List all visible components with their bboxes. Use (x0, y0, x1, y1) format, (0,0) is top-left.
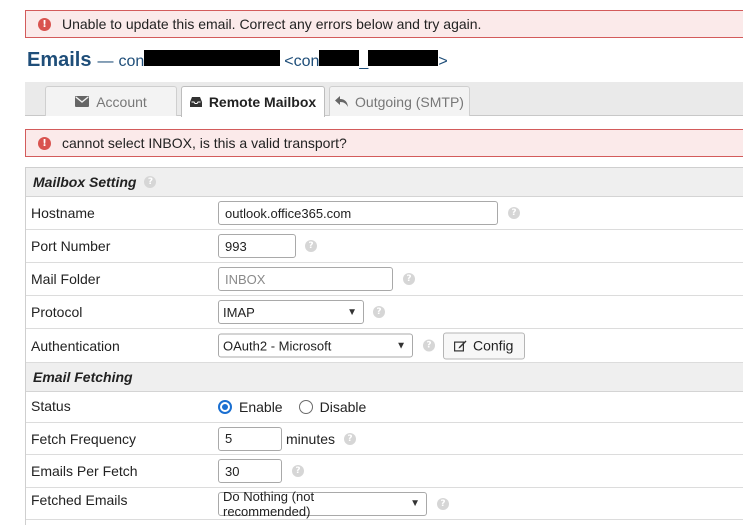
account-name-start: con (118, 53, 145, 70)
update-error-text: Unable to update this email. Correct any… (62, 16, 482, 32)
hostname-label: Hostname (31, 205, 95, 221)
tab-outgoing-smtp[interactable]: Outgoing (SMTP) (329, 86, 470, 116)
mail-folder-label: Mail Folder (31, 271, 101, 287)
status-disable-radio[interactable] (298, 400, 313, 414)
fetched-emails-select[interactable]: Do Nothing (not recommended) ▼ (218, 488, 427, 519)
update-error-alert: ! Unable to update this email. Correct a… (25, 10, 743, 38)
row-authentication: Authentication OAuth2 - Microsoft ▼ ? Co… (26, 329, 743, 363)
row-emails-per-fetch: Emails Per Fetch 30 ? (26, 455, 743, 488)
transport-error-text: cannot select INBOX, is this a valid tra… (62, 135, 347, 151)
row-fetched-emails: Fetched Emails Do Nothing (not recommend… (26, 488, 743, 520)
envelope-icon (75, 96, 90, 107)
config-button-label: Config (473, 337, 514, 354)
emails-per-fetch-input[interactable]: 30 (218, 459, 282, 483)
fetched-emails-label: Fetched Emails (31, 492, 128, 509)
heading-dash: — (97, 53, 114, 70)
authentication-select-value: OAuth2 - Microsoft (223, 338, 332, 353)
tab-remote-mailbox[interactable]: Remote Mailbox (181, 86, 325, 117)
emails-per-fetch-label: Emails Per Fetch (31, 463, 138, 479)
page-title: Emails (27, 49, 92, 71)
protocol-select[interactable]: IMAP ▼ (218, 300, 364, 324)
fetch-frequency-label: Fetch Frequency (31, 430, 137, 447)
hostname-input[interactable]: outlook.office365.com (218, 201, 498, 225)
transport-error-alert: ! cannot select INBOX, is this a valid t… (25, 129, 743, 157)
account-email-end: > (438, 53, 448, 70)
tab-bar: Account Remote Mailbox Outgoing (SMTP) (25, 82, 743, 117)
tab-account-label: Account (96, 93, 147, 110)
section-mailbox-setting: Mailbox Setting ? (26, 168, 743, 197)
status-enable-radio[interactable] (218, 400, 232, 414)
help-icon[interactable]: ? (344, 432, 357, 445)
help-icon[interactable]: ? (373, 306, 385, 318)
row-mail-folder: Mail Folder INBOX ? (26, 263, 743, 296)
section-email-fetching-title: Email Fetching (33, 369, 133, 385)
mail-folder-input[interactable]: INBOX (218, 267, 393, 291)
account-email-start: <con (284, 53, 320, 70)
edit-icon (454, 340, 467, 352)
redaction-block (144, 50, 281, 66)
protocol-label: Protocol (31, 304, 83, 320)
tab-account[interactable]: Account (45, 86, 177, 116)
tab-remote-mailbox-label: Remote Mailbox (208, 94, 317, 110)
inbox-icon (189, 97, 202, 107)
help-icon[interactable]: ? (423, 339, 435, 352)
fetched-emails-select-value: Do Nothing (not recommended) (223, 488, 315, 519)
status-label: Status (31, 397, 71, 414)
tab-outgoing-smtp-label: Outgoing (SMTP) (355, 93, 464, 110)
authentication-select[interactable]: OAuth2 - Microsoft ▼ (218, 333, 413, 358)
chevron-down-icon: ▼ (396, 340, 406, 351)
row-status: Status Enable Disable (26, 392, 743, 423)
error-icon: ! (38, 17, 51, 31)
help-icon[interactable]: ? (144, 176, 157, 188)
fetch-frequency-unit: minutes (286, 430, 336, 447)
chevron-down-icon: ▼ (410, 498, 420, 509)
fetch-frequency-input[interactable]: 5 (218, 426, 282, 451)
reply-icon (335, 96, 349, 107)
authentication-label: Authentication (31, 337, 120, 354)
port-number-input[interactable]: 993 (218, 234, 296, 258)
section-email-fetching: Email Fetching (26, 363, 743, 392)
row-hostname: Hostname outlook.office365.com ? (26, 197, 743, 230)
config-button[interactable]: Config (443, 332, 526, 359)
redaction-block (368, 50, 439, 66)
row-port-number: Port Number 993 ? (26, 230, 743, 263)
chevron-down-icon: ▼ (347, 306, 357, 318)
help-icon[interactable]: ? (292, 465, 304, 477)
port-number-label: Port Number (31, 238, 111, 254)
help-icon[interactable]: ? (508, 207, 520, 219)
status-enable-label[interactable]: Enable (239, 399, 283, 415)
status-disable-label[interactable]: Disable (320, 399, 367, 415)
protocol-select-value: IMAP (223, 304, 255, 320)
account-email-mid: _ (359, 53, 369, 70)
help-icon[interactable]: ? (403, 273, 415, 285)
error-icon: ! (38, 136, 51, 150)
page-heading: Emails — con <con _ > (27, 49, 448, 72)
section-mailbox-setting-title: Mailbox Setting (33, 174, 137, 190)
help-icon[interactable]: ? (437, 497, 449, 510)
redaction-block (319, 50, 360, 66)
row-fetch-frequency: Fetch Frequency 5 minutes ? (26, 423, 743, 455)
settings-panel: Mailbox Setting ? Hostname outlook.offic… (25, 167, 743, 525)
row-protocol: Protocol IMAP ▼ ? (26, 296, 743, 329)
help-icon[interactable]: ? (305, 240, 317, 252)
